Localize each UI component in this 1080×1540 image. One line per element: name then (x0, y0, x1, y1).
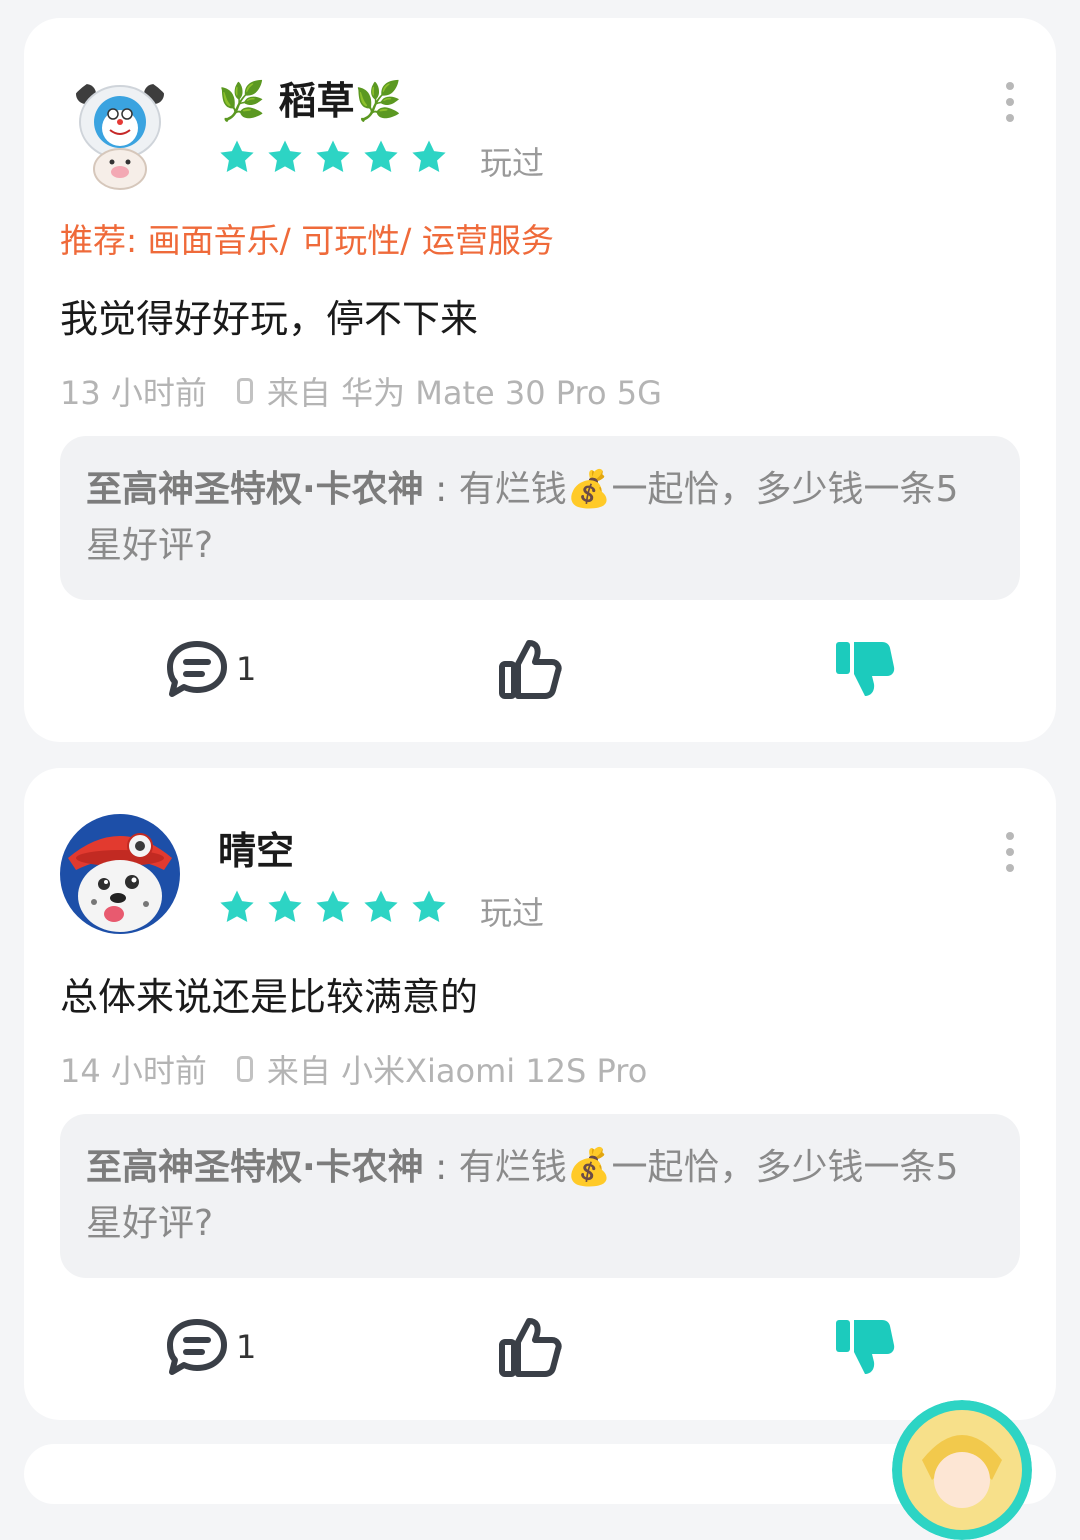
reply-separator: : (423, 469, 459, 510)
thumbs-down-icon (836, 1320, 895, 1374)
rating-stars (218, 138, 448, 176)
star-icon (412, 140, 446, 173)
action-bar: 1 (24, 1316, 1056, 1386)
review-device: 来自 小米Xiaomi 12S Pro (266, 1052, 648, 1090)
reply-author[interactable]: 至高神圣特权·卡农神 (86, 1147, 424, 1188)
like-button[interactable] (498, 638, 562, 700)
star-icon (268, 890, 302, 923)
username[interactable]: 🌿 稻草🌿 (218, 70, 402, 125)
comment-icon (167, 1319, 227, 1375)
avatar[interactable] (60, 74, 180, 194)
reply-box[interactable]: 至高神圣特权·卡农神 : 有烂钱💰一起恰，多少钱一条5星好评? (60, 436, 1020, 600)
review-text: 我觉得好好玩，停不下来 (60, 297, 479, 341)
played-label: 玩过 (480, 144, 545, 182)
star-icon (220, 140, 254, 173)
star-icon (316, 890, 350, 923)
review-card: 晴空 玩过 总体来说还是比较满意的 14 小时前 来自 小米Xiaomi 12S… (24, 768, 1056, 1420)
comment-button[interactable]: 1 (164, 1316, 256, 1378)
star-icon (364, 890, 398, 923)
avatar[interactable] (60, 814, 180, 934)
comment-button[interactable]: 1 (164, 638, 256, 700)
review-text: 总体来说还是比较满意的 (60, 975, 479, 1019)
dislike-button[interactable] (832, 638, 896, 700)
review-card (24, 1400, 1056, 1540)
phone-icon (236, 1056, 253, 1082)
action-bar: 1 (24, 638, 1056, 708)
comment-icon (167, 641, 227, 697)
star-icon (364, 140, 398, 173)
review-time: 13 小时前 (60, 374, 207, 412)
review-card: 🌿 稻草🌿 玩过 推荐: 画面音乐/ 可玩性/ 运营服务 我觉得好好玩，停不下来… (24, 18, 1056, 742)
review-device: 来自 华为 Mate 30 Pro 5G (266, 374, 662, 412)
comment-count: 1 (236, 1328, 257, 1366)
comment-count: 1 (236, 650, 257, 688)
review-meta: 13 小时前 来自 华为 Mate 30 Pro 5G (60, 368, 662, 414)
played-label: 玩过 (480, 894, 545, 932)
star-icon (220, 890, 254, 923)
star-icon (268, 140, 302, 173)
thumbs-down-icon (836, 642, 895, 696)
dislike-button[interactable] (832, 1316, 896, 1378)
rating-stars (218, 888, 448, 926)
thumbs-up-icon (499, 640, 562, 699)
review-time: 14 小时前 (60, 1052, 207, 1090)
star-icon (412, 890, 446, 923)
avatar[interactable] (892, 1400, 1032, 1540)
like-button[interactable] (498, 1316, 562, 1378)
phone-icon (236, 378, 253, 404)
more-vertical-icon[interactable] (1000, 832, 1020, 872)
reply-box[interactable]: 至高神圣特权·卡农神 : 有烂钱💰一起恰，多少钱一条5星好评? (60, 1114, 1020, 1278)
username[interactable]: 晴空 (218, 820, 294, 875)
recommend-tags: 推荐: 画面音乐/ 可玩性/ 运营服务 (60, 221, 554, 260)
reply-author[interactable]: 至高神圣特权·卡农神 (86, 469, 424, 510)
star-icon (316, 140, 350, 173)
reply-separator: : (423, 1147, 459, 1188)
thumbs-up-icon (499, 1318, 562, 1377)
more-vertical-icon[interactable] (1000, 82, 1020, 122)
review-meta: 14 小时前 来自 小米Xiaomi 12S Pro (60, 1046, 647, 1092)
